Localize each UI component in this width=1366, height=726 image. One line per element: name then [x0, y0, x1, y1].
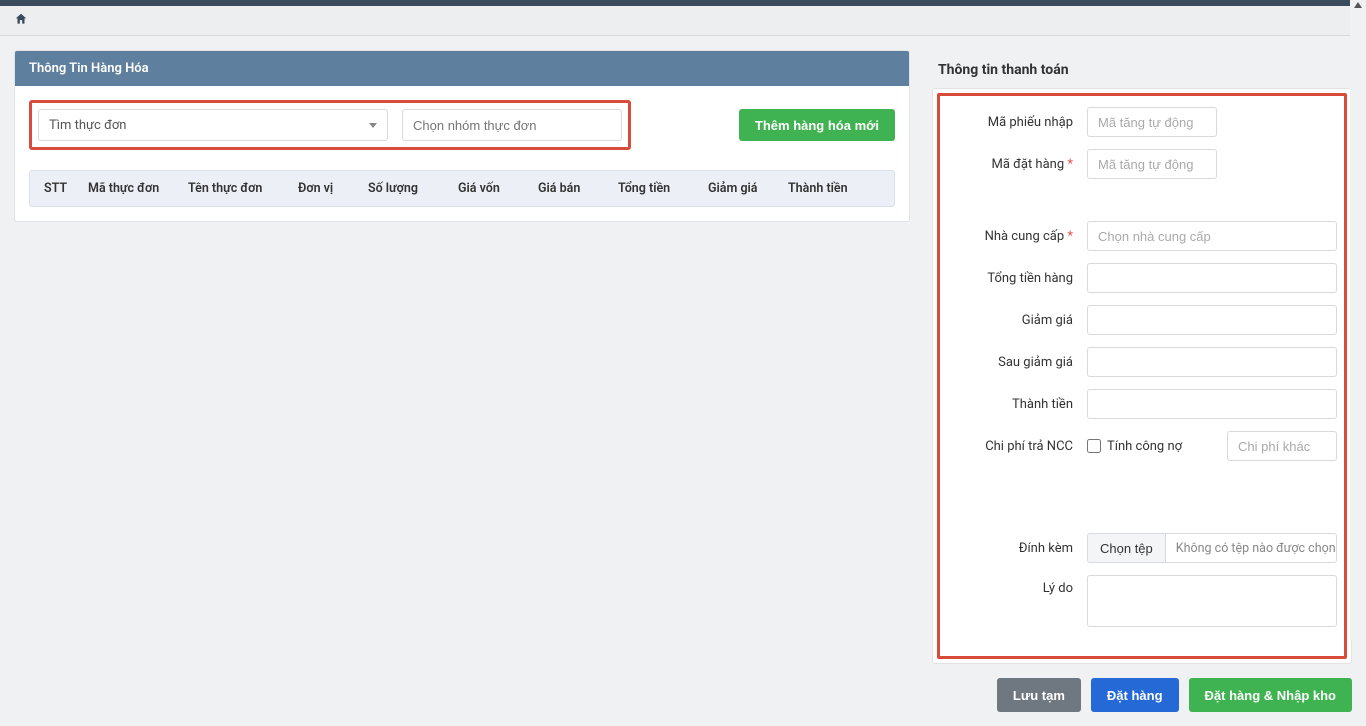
col-qty: Số lượng	[360, 171, 450, 206]
label-after-discount: Sau giảm giá	[947, 355, 1087, 370]
col-cost: Giá vốn	[450, 171, 530, 206]
order-button[interactable]: Đặt hàng	[1091, 678, 1179, 712]
search-highlight-box: Tìm thực đơn	[29, 100, 631, 150]
label-supplier-cost: Chi phí trả NCC	[947, 439, 1087, 454]
product-table: STT Mã thực đơn Tên thực đơn Đơn vị Số l…	[29, 170, 895, 207]
input-discount[interactable]	[1087, 305, 1337, 335]
save-draft-button[interactable]: Lưu tạm	[997, 678, 1081, 712]
col-unit: Đơn vị	[290, 171, 360, 206]
file-input-group: Chọn tệp Không có tệp nào được chọn	[1087, 533, 1337, 563]
file-none-text: Không có tệp nào được chọn	[1166, 534, 1336, 562]
label-supplier: Nhà cung cấp *	[947, 229, 1087, 244]
col-code: Mã thực đơn	[80, 171, 180, 206]
checkbox-debt-label: Tính công nợ	[1107, 439, 1182, 454]
col-price: Giá bán	[530, 171, 610, 206]
menu-search-select[interactable]: Tìm thực đơn	[38, 109, 388, 141]
home-icon[interactable]	[14, 12, 28, 30]
input-receipt-code[interactable]	[1087, 107, 1217, 137]
input-other-cost[interactable]	[1227, 431, 1337, 461]
checkbox-debt-input[interactable]	[1087, 439, 1101, 453]
label-discount: Giảm giá	[947, 313, 1087, 328]
input-reason[interactable]	[1087, 575, 1337, 627]
chevron-down-icon	[369, 123, 377, 128]
breadcrumb-bar	[0, 6, 1366, 36]
input-total[interactable]	[1087, 389, 1337, 419]
col-linetotal: Tổng tiền	[610, 171, 700, 206]
col-stt: STT	[30, 171, 80, 206]
label-order-code: Mã đặt hàng *	[947, 157, 1087, 172]
label-attach: Đính kèm	[947, 541, 1087, 556]
input-after-discount[interactable]	[1087, 347, 1337, 377]
product-info-title: Thông Tin Hàng Hóa	[15, 51, 909, 86]
col-name: Tên thực đơn	[180, 171, 290, 206]
checkbox-debt[interactable]: Tính công nợ	[1087, 439, 1182, 454]
action-buttons: Lưu tạm Đặt hàng Đặt hàng & Nhập kho	[932, 678, 1352, 712]
label-subtotal: Tổng tiền hàng	[947, 271, 1087, 286]
product-info-panel: Thông Tin Hàng Hóa Tìm thực đơn Thêm hàn…	[14, 50, 910, 222]
payment-info-title: Thông tin thanh toán	[932, 50, 1352, 88]
col-final: Thành tiền	[780, 171, 894, 206]
label-reason: Lý do	[947, 575, 1087, 596]
file-choose-button[interactable]: Chọn tệp	[1088, 534, 1166, 562]
input-supplier[interactable]	[1087, 221, 1337, 251]
order-and-import-button[interactable]: Đặt hàng & Nhập kho	[1189, 678, 1352, 712]
table-header-row: STT Mã thực đơn Tên thực đơn Đơn vị Số l…	[29, 170, 895, 207]
input-order-code[interactable]	[1087, 149, 1217, 179]
label-total: Thành tiền	[947, 397, 1087, 412]
menu-group-input[interactable]	[402, 109, 622, 141]
label-receipt-code: Mã phiếu nhập	[947, 115, 1087, 130]
menu-search-placeholder: Tìm thực đơn	[49, 118, 126, 133]
payment-form: Mã phiếu nhập Mã đặt hàng * Nhà cung cấp…	[932, 88, 1352, 664]
col-discount: Giảm giá	[700, 171, 780, 206]
add-product-button[interactable]: Thêm hàng hóa mới	[739, 109, 895, 141]
input-subtotal[interactable]	[1087, 263, 1337, 293]
